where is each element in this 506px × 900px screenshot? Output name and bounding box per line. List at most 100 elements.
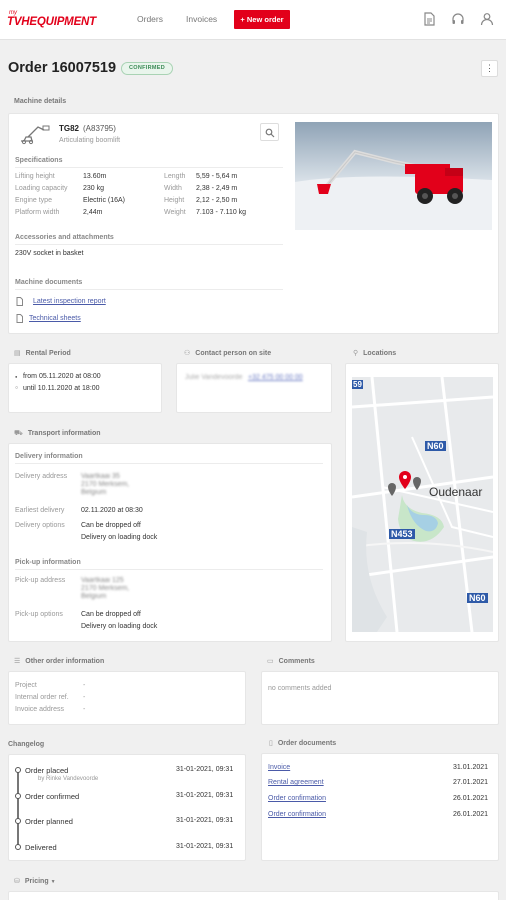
machine-details-heading: Machine details (14, 98, 67, 105)
other-info-card: Project - Internal order ref. - Invoice … (8, 671, 246, 725)
machine-details-card: TG82 (A83795) Articulating boomlift Spec… (8, 113, 499, 334)
rental-period-card: ● from 05.11.2020 at 08:00 ○ until 10.11… (8, 363, 162, 413)
search-icon (265, 128, 275, 138)
spec-label: Weight (164, 209, 186, 216)
nav-orders[interactable]: Orders (137, 14, 163, 24)
contact-phone[interactable]: +32 475 00 00 00 (248, 374, 303, 381)
info-value: - (83, 682, 86, 689)
divider (15, 167, 283, 168)
pickup-address-label: Pick-up address (15, 577, 66, 584)
delivery-address-label: Delivery address (15, 473, 68, 480)
specifications-heading: Specifications (15, 157, 63, 164)
rental-until: until 10.11.2020 at 18:00 (23, 385, 100, 392)
pickup-heading: Pick-up information (15, 559, 81, 566)
pin-icon: ⚲ (353, 350, 359, 357)
accessories-heading: Accessories and attachments (15, 234, 114, 241)
hollow-dot-icon: ○ (15, 385, 19, 391)
more-options-button[interactable]: ⋮ (481, 60, 498, 77)
changelog-by: by Rinke Vandevoorde (38, 776, 99, 782)
document-icon (16, 297, 23, 306)
truck-icon: ⛟ (14, 430, 23, 437)
machine-documents-heading: Machine documents (15, 279, 83, 286)
town-label: Oudenaar (429, 485, 483, 499)
no-comments-text: no comments added (268, 685, 332, 692)
list-icon: ☰ (14, 658, 21, 665)
spec-label: Loading capacity (15, 185, 68, 192)
timeline-line (17, 769, 19, 848)
chevron-down-icon: ▼ (50, 879, 56, 885)
transport-card: Delivery information Delivery address Va… (8, 443, 332, 642)
timeline-dot (14, 844, 21, 850)
spec-label: Lifting height (15, 173, 55, 180)
divider (15, 244, 283, 245)
document-icon[interactable] (422, 12, 436, 26)
changelog-date: 31-01-2021, 09:31 (176, 766, 234, 773)
other-info-title: Other order information (25, 658, 105, 665)
changelog-date: 31-01-2021, 09:31 (176, 843, 234, 850)
order-document-link[interactable]: Order confirmation (268, 795, 326, 802)
nav-invoices[interactable]: Invoices (186, 14, 217, 24)
headset-icon[interactable] (451, 12, 465, 26)
boomlift-icon (21, 125, 50, 145)
spec-value: 5,59 - 5,64 m (196, 173, 238, 180)
brand-logo[interactable]: my TVHEQUIPMENT (7, 10, 96, 28)
order-document-date: 26.01.2021 (453, 811, 489, 818)
rental-period-heading: ▤ Rental Period (14, 349, 71, 357)
other-info-heading: ☰ Other order information (14, 657, 104, 665)
top-bar: my TVHEQUIPMENT Orders Invoices + New or… (0, 0, 506, 40)
timeline-dot (14, 793, 21, 799)
machine-type: Articulating boomlift (59, 137, 121, 144)
spec-label: Length (164, 173, 186, 180)
delivery-heading: Delivery information (15, 453, 83, 460)
accessory-item: 230V socket in basket (15, 250, 84, 257)
locations-card: 59 N60 Oudenaar N453 N60 (345, 363, 499, 642)
info-label: Internal order ref. (15, 694, 69, 701)
spec-value: 7.103 - 7.110 kg (196, 209, 247, 216)
machine-document-link[interactable]: Latest inspection report (33, 298, 106, 305)
machine-document-link[interactable]: Technical sheets (29, 315, 81, 322)
rental-from: from 05.11.2020 at 08:00 (23, 373, 101, 380)
pricing-heading[interactable]: ⛁ Pricing ▼ (14, 877, 56, 885)
machine-code: (A83795) (83, 124, 116, 133)
order-documents-heading: ▯ Order documents (269, 739, 336, 747)
brand-name: TVHEQUIPMENT (7, 16, 96, 28)
spec-label: Width (164, 185, 182, 192)
delivery-option: Can be dropped off (81, 522, 141, 529)
filled-dot-icon: ● (15, 374, 18, 379)
timeline-dot (14, 818, 21, 824)
address-line: Vaartkaai 125 (81, 577, 124, 584)
changelog-title: Order planned (25, 817, 73, 826)
divider (15, 569, 323, 570)
info-label: Invoice address (15, 706, 65, 713)
info-value: - (83, 694, 86, 701)
comments-card: no comments added (261, 671, 499, 725)
order-documents-card: Invoice 31.01.2021 Rental agreement 27.0… (261, 753, 499, 861)
spec-value: 2,12 - 2,50 m (196, 197, 238, 204)
order-document-link[interactable]: Order confirmation (268, 811, 326, 818)
changelog-date: 31-01-2021, 09:31 (176, 792, 234, 799)
machine-photo (295, 122, 492, 230)
new-order-button[interactable]: + New order (234, 10, 290, 29)
address-line: 2170 Merksem, (81, 481, 130, 488)
pricing-icon: ⛁ (14, 878, 20, 885)
transport-heading: ⛟ Transport information (14, 429, 101, 438)
pricing-title: Pricing (24, 878, 49, 885)
locations-title: Locations (363, 350, 397, 357)
user-icon[interactable] (480, 12, 494, 26)
road-label: N60 (467, 593, 488, 603)
road-label: N60 (425, 441, 446, 451)
address-line: Belgium (81, 593, 107, 600)
search-machine-button[interactable] (260, 123, 279, 141)
comment-icon: ▭ (267, 658, 274, 665)
order-documents-title: Order documents (277, 740, 337, 747)
order-document-link[interactable]: Rental agreement (268, 779, 324, 786)
order-document-link[interactable]: Invoice (268, 764, 290, 771)
info-label: Project (15, 682, 37, 689)
divider (15, 289, 283, 290)
rental-period-title: Rental Period (25, 350, 71, 357)
pickup-option: Can be dropped off (81, 611, 141, 618)
order-document-date: 31.01.2021 (453, 764, 489, 771)
changelog-title: Order confirmed (25, 792, 80, 801)
person-icon: ⚇ (184, 350, 191, 357)
spec-label: Height (164, 197, 185, 204)
